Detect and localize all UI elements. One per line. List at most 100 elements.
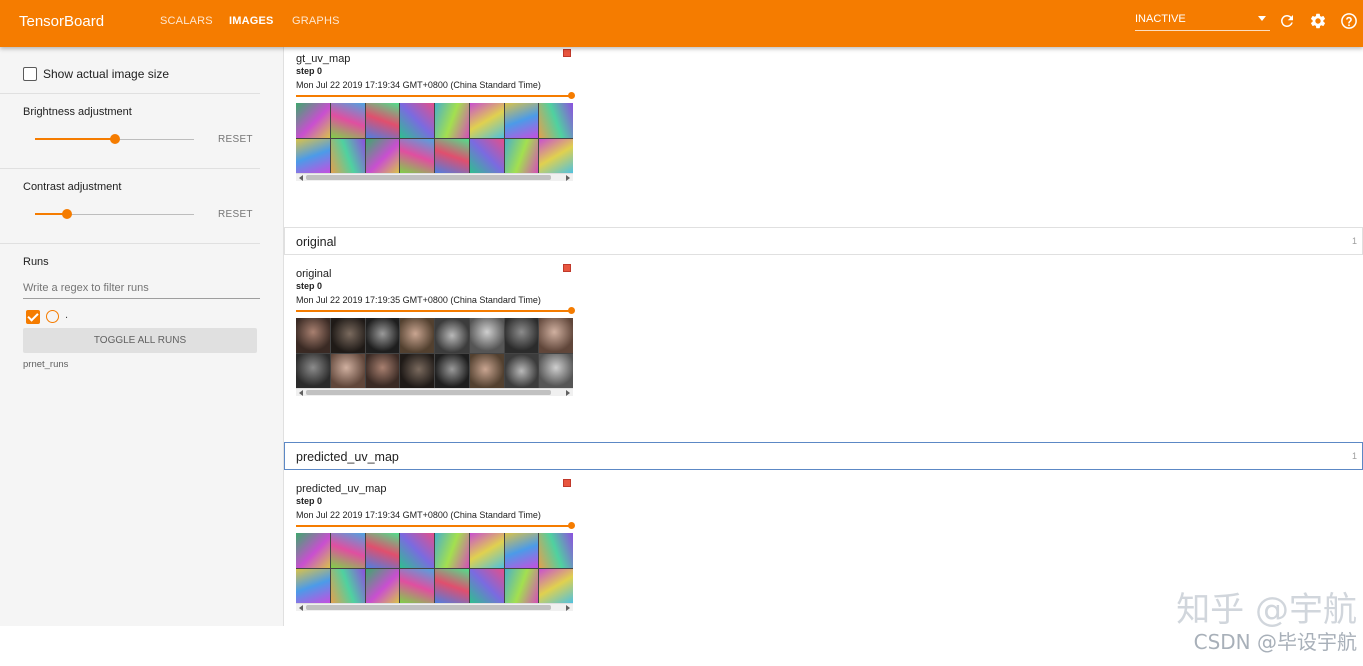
uv-map-image-tile xyxy=(504,568,539,603)
uv-map-image-tile xyxy=(365,568,400,603)
expand-card-icon[interactable] xyxy=(563,49,571,57)
uv-map-image-tile xyxy=(539,568,573,603)
contrast-reset-button[interactable]: RESET xyxy=(218,209,253,220)
scrollbar-thumb[interactable] xyxy=(306,175,551,180)
toggle-all-runs-button[interactable]: TOGGLE ALL RUNS xyxy=(23,328,257,353)
uv-map-image-tile xyxy=(504,103,539,138)
step-slider-track[interactable] xyxy=(296,310,571,312)
run-filter-input[interactable] xyxy=(23,277,260,299)
face-image-tile xyxy=(296,318,330,353)
uv-map-image-tile xyxy=(330,533,365,568)
horizontal-scrollbar[interactable] xyxy=(296,603,573,611)
category-header-predicted-uv-map[interactable]: predicted_uv_map 1 xyxy=(284,442,1363,470)
scrollbar-thumb[interactable] xyxy=(306,605,551,610)
contrast-label: Contrast adjustment xyxy=(23,181,122,193)
uv-map-image-tile xyxy=(400,138,434,173)
help-icon[interactable] xyxy=(1340,12,1358,30)
uv-map-image-tile xyxy=(469,103,504,138)
uv-map-image-tile xyxy=(435,138,469,173)
brightness-reset-button[interactable]: RESET xyxy=(218,134,253,145)
card-step: step 0 xyxy=(296,281,322,291)
uv-map-image-tile xyxy=(400,103,434,138)
horizontal-scrollbar[interactable] xyxy=(296,173,573,181)
face-image-tile xyxy=(435,318,469,353)
face-image-tile xyxy=(365,353,400,388)
contrast-slider-knob[interactable] xyxy=(61,209,72,219)
tab-images[interactable]: IMAGES xyxy=(229,15,274,27)
show-size-section: Show actual image size xyxy=(0,47,260,94)
uv-map-image-tile xyxy=(435,533,469,568)
scroll-right-icon[interactable] xyxy=(566,605,570,611)
face-image-tile xyxy=(504,318,539,353)
inactive-select-value: INACTIVE xyxy=(1135,13,1186,25)
scroll-left-icon[interactable] xyxy=(299,175,303,181)
face-image-tile xyxy=(330,353,365,388)
face-image-tile xyxy=(330,318,365,353)
step-slider-knob[interactable] xyxy=(568,522,575,529)
face-image-tile xyxy=(539,353,573,388)
uv-map-image-tile xyxy=(330,103,365,138)
run-checkbox[interactable] xyxy=(26,310,40,324)
run-item-label: . xyxy=(65,309,69,321)
uv-map-image-tile xyxy=(365,533,400,568)
scrollbar-thumb[interactable] xyxy=(306,390,551,395)
watermark-csdn: CSDN @毕设宇航 xyxy=(1193,630,1357,654)
card-timestamp: Mon Jul 22 2019 17:19:34 GMT+0800 (China… xyxy=(296,80,541,90)
image-grid xyxy=(296,533,573,603)
face-image-tile xyxy=(469,318,504,353)
step-slider-knob[interactable] xyxy=(568,92,575,99)
refresh-icon[interactable] xyxy=(1278,12,1296,30)
uv-map-image-tile xyxy=(469,138,504,173)
step-value: 0 xyxy=(317,496,323,506)
uv-map-image-tile xyxy=(296,138,330,173)
run-color-circle-icon[interactable] xyxy=(46,310,59,323)
scroll-right-icon[interactable] xyxy=(566,175,570,181)
step-slider-track[interactable] xyxy=(296,525,571,527)
horizontal-scrollbar[interactable] xyxy=(296,388,573,396)
image-card-predicted-uv-map: predicted_uv_map step 0 Mon Jul 22 2019 … xyxy=(296,479,575,618)
step-label: step xyxy=(296,496,315,506)
step-label: step xyxy=(296,281,315,291)
app-brand[interactable]: TensorBoard xyxy=(19,13,104,30)
brightness-label: Brightness adjustment xyxy=(23,106,132,118)
uv-map-image-tile xyxy=(330,568,365,603)
step-slider-track[interactable] xyxy=(296,95,571,97)
tab-scalars[interactable]: SCALARS xyxy=(160,15,213,27)
inactive-dashboards-select[interactable]: INACTIVE xyxy=(1135,13,1270,31)
face-image-tile xyxy=(400,353,434,388)
uv-map-image-tile xyxy=(296,103,330,138)
scroll-right-icon[interactable] xyxy=(566,390,570,396)
page-bottom-margin xyxy=(0,626,1363,666)
uv-map-image-tile xyxy=(469,533,504,568)
show-actual-size-checkbox[interactable] xyxy=(23,67,37,81)
uv-map-image-tile xyxy=(400,568,434,603)
card-title: predicted_uv_map xyxy=(296,483,387,495)
brightness-section: Brightness adjustment RESET xyxy=(0,94,260,169)
uv-map-image-tile xyxy=(469,568,504,603)
card-title: original xyxy=(296,268,332,280)
card-step: step 0 xyxy=(296,496,322,506)
category-title: original xyxy=(296,235,337,249)
brightness-slider-knob[interactable] xyxy=(109,134,120,144)
brightness-slider-fill xyxy=(35,138,115,140)
uv-map-image-tile xyxy=(435,568,469,603)
face-image-tile xyxy=(296,353,330,388)
tab-graphs[interactable]: GRAPHS xyxy=(292,15,340,27)
contrast-section: Contrast adjustment RESET xyxy=(0,169,260,244)
uv-map-image-tile xyxy=(330,138,365,173)
expand-card-icon[interactable] xyxy=(563,479,571,487)
face-image-tile xyxy=(469,353,504,388)
scroll-left-icon[interactable] xyxy=(299,390,303,396)
image-card-gt-uv-map: gt_uv_map step 0 Mon Jul 22 2019 17:19:3… xyxy=(296,49,575,188)
settings-gear-icon[interactable] xyxy=(1309,12,1327,30)
expand-card-icon[interactable] xyxy=(563,264,571,272)
category-header-original[interactable]: original 1 xyxy=(284,227,1363,255)
uv-map-image-tile xyxy=(296,568,330,603)
uv-map-image-tile xyxy=(365,103,400,138)
uv-map-image-tile xyxy=(435,103,469,138)
image-grid xyxy=(296,318,573,388)
step-slider-knob[interactable] xyxy=(568,307,575,314)
category-count: 1 xyxy=(1351,451,1357,461)
dropdown-caret-icon xyxy=(1258,16,1266,21)
scroll-left-icon[interactable] xyxy=(299,605,303,611)
